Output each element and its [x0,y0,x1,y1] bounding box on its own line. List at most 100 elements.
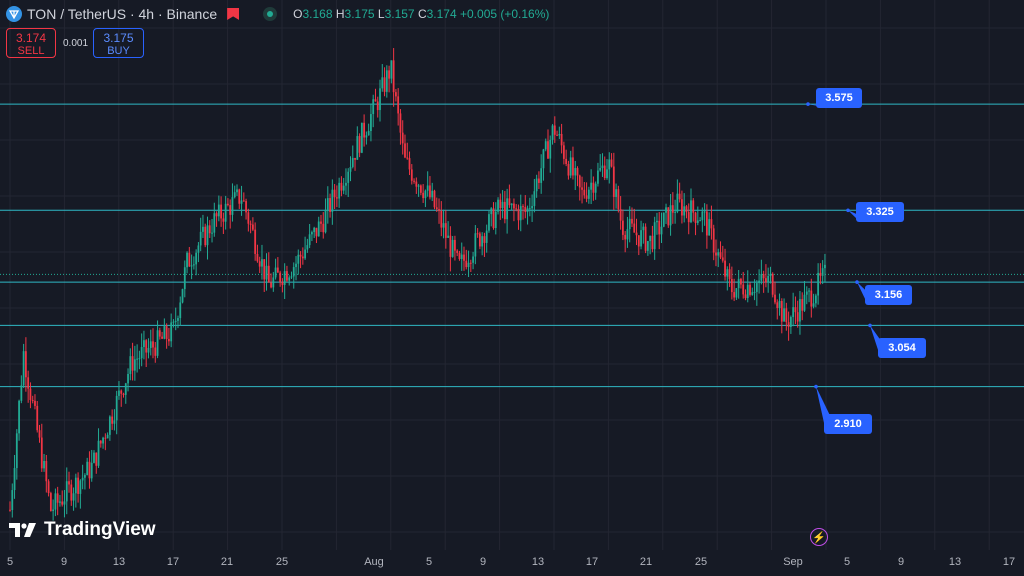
candle-body [656,220,658,223]
candle-body [683,206,686,216]
candle-body [442,223,445,228]
candle-body [204,226,207,246]
candle-body [22,351,25,386]
candle-body [68,481,70,485]
candle-body [177,318,179,321]
candle-body [261,259,263,267]
candle-body [724,260,726,277]
candle-body [469,262,472,264]
candle-body [662,212,665,227]
candle-body [449,235,452,257]
candle-body [701,211,704,221]
candle-body [531,206,533,209]
candle-body [208,225,211,234]
symbol-title: TON / TetherUS · 4h · Binance [27,6,218,22]
candle-body [542,149,545,169]
candle-body [374,99,377,102]
candle-body [324,209,327,233]
x-tick: 17 [1002,556,1016,568]
candle-body [676,193,679,212]
symbol-legend[interactable]: TON / TetherUS · 4h · Binance O3.168 H3.… [6,4,549,24]
tradingview-logo[interactable]: TradingView [8,519,156,541]
buy-label: BUY [107,45,130,57]
candle-body [29,388,32,400]
level-callout[interactable]: 3.575 [816,88,862,108]
level-callout[interactable]: 3.325 [856,202,904,222]
candle-body [578,175,581,188]
candle-body [778,300,781,309]
candle-body [499,199,502,209]
candle-body [517,208,520,221]
candle-body [206,225,209,246]
candle-body [637,235,640,247]
candle-body [388,70,390,79]
callout-anchor [868,323,872,328]
level-callout[interactable]: 2.910 [824,414,872,434]
candle-body [454,239,456,251]
candle-body [347,171,350,183]
x-tick: 9 [60,556,68,568]
x-tick: 13 [112,556,126,568]
candle-body [376,101,379,111]
candle-body [726,269,729,277]
candle-body [104,437,107,439]
x-tick: 5 [843,556,851,568]
lightning-icon[interactable]: ⚡ [810,528,828,546]
candle-body [295,263,297,268]
candle-body [286,271,288,281]
candle-body [719,252,722,258]
candle-body [86,461,89,476]
candle-body [372,99,375,115]
candle-body [304,249,306,259]
candle-body [122,393,125,395]
sell-price: 3.174 [15,31,47,45]
candle-body [322,223,325,233]
x-tick: 17 [166,556,180,568]
candle-body [183,267,186,290]
candle-body [315,227,318,237]
candle-body [467,262,470,268]
level-callout[interactable]: 3.156 [865,285,912,305]
candle-body [740,278,742,285]
candle-body [215,213,218,217]
candle-body [737,278,740,289]
candle-body [81,477,84,481]
candle-body [594,183,597,193]
sell-button[interactable]: 3.174 SELL [6,28,56,58]
candle-body [615,189,617,197]
callout-anchor [855,280,859,284]
candle-body [422,192,425,199]
candle-body [821,268,824,276]
open-value: 3.168 [302,7,333,21]
candle-body [774,294,776,303]
x-tick: 13 [948,556,962,568]
candle-body [333,189,336,198]
x-tick: 21 [220,556,234,568]
candle-body [762,274,765,279]
candle-body [158,330,161,337]
chart-header: TON / TetherUS · 4h · Binance O3.168 H3.… [0,0,1024,28]
candle-body [771,273,774,295]
candle-body [270,282,272,288]
flag-icon[interactable] [227,8,239,20]
candle-body [665,207,667,213]
x-tick: 13 [531,556,545,568]
candle-body [306,245,309,250]
x-tick: 17 [585,556,599,568]
candle-body [503,201,506,220]
candle-body [744,294,747,299]
candle-body [717,252,720,256]
candle-body [326,198,329,210]
candle-body [34,400,36,406]
candle-body [497,199,499,212]
candle-body [735,288,738,298]
candle-body [769,273,772,276]
candle-body [272,277,275,288]
level-callout[interactable]: 3.054 [878,338,926,358]
candle-body [685,206,688,213]
candle-body [63,501,66,505]
buy-button[interactable]: 3.175 BUY [93,28,144,58]
candle-body [165,326,168,339]
candle-body [690,200,692,223]
candle-body [574,168,577,176]
